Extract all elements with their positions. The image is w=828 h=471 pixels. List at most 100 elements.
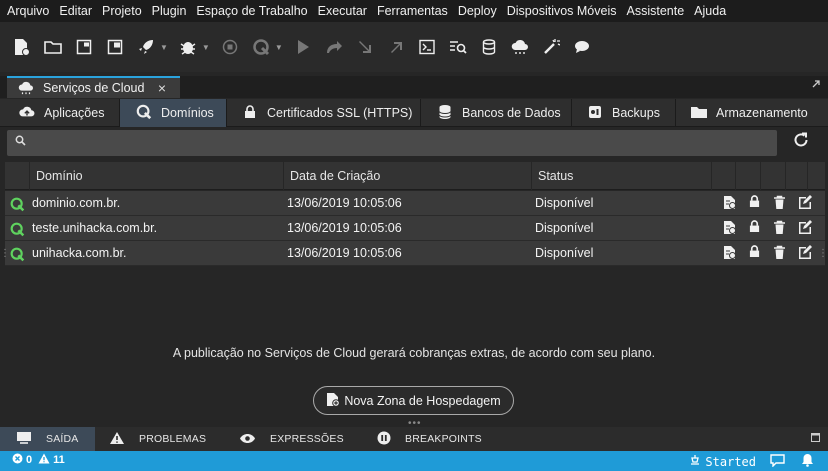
action-column-header: [711, 162, 735, 190]
cell-created: 13/06/2019 10:05:06: [287, 196, 402, 210]
chat-icon[interactable]: [570, 35, 594, 59]
status-bar: 0 11 Started: [0, 451, 828, 471]
rocket-dropdown-chevron-icon[interactable]: ▼: [160, 43, 168, 52]
window-icon[interactable]: [72, 35, 96, 59]
eye-icon: [239, 432, 256, 447]
refresh-button[interactable]: [790, 131, 812, 153]
add-record-icon[interactable]: [717, 195, 742, 213]
table-row[interactable]: dominio.com.br. 13/06/2019 10:05:06 Disp…: [5, 191, 825, 216]
menu-espaco-trabalho[interactable]: Espaço de Trabalho: [191, 4, 312, 18]
tab-saida[interactable]: SAÍDA: [0, 427, 95, 451]
bell-icon[interactable]: [801, 453, 814, 470]
warning-icon[interactable]: [38, 453, 50, 467]
menu-deploy[interactable]: Deploy: [453, 4, 502, 18]
backup-icon: [586, 105, 604, 122]
error-icon[interactable]: [12, 453, 23, 467]
new-file-icon[interactable]: [10, 35, 34, 59]
lock-icon[interactable]: [742, 245, 767, 263]
menu-assistente[interactable]: Assistente: [622, 4, 690, 18]
tab-label: PROBLEMAS: [139, 433, 207, 445]
menu-ferramentas[interactable]: Ferramentas: [372, 4, 453, 18]
table-row[interactable]: teste.unihacka.com.br. 13/06/2019 10:05:…: [5, 216, 825, 241]
search-list-icon[interactable]: [446, 35, 470, 59]
bug-dropdown-chevron-icon[interactable]: ▼: [202, 43, 210, 52]
search-input[interactable]: [7, 130, 777, 156]
add-record-icon[interactable]: [717, 220, 742, 238]
column-header-dominio[interactable]: Domínio: [29, 162, 283, 190]
cell-domain: dominio.com.br.: [32, 196, 121, 210]
tab-label: Aplicações: [44, 106, 105, 120]
column-header-data-criacao[interactable]: Data de Criação: [283, 162, 531, 190]
lock-icon[interactable]: [742, 220, 767, 238]
tab-label: Backups: [612, 106, 660, 120]
warning-count: 11: [53, 454, 65, 466]
tab-label: EXPRESSÕES: [270, 433, 344, 445]
chat-icon[interactable]: [770, 453, 785, 470]
cloud-upload-icon: [18, 105, 36, 122]
search-icon: [15, 135, 26, 149]
new-hosting-zone-button[interactable]: Nova Zona de Hospedagem: [313, 386, 514, 415]
open-folder-icon[interactable]: [41, 35, 65, 59]
menu-executar[interactable]: Executar: [313, 4, 372, 18]
edit-icon[interactable]: [792, 195, 817, 213]
cell-status: Disponível: [535, 246, 594, 260]
step-out-icon[interactable]: [384, 35, 408, 59]
play-icon[interactable]: [291, 35, 315, 59]
bug-icon[interactable]: [176, 35, 200, 59]
menu-projeto[interactable]: Projeto: [97, 4, 147, 18]
tab-certificados-ssl[interactable]: Certificados SSL (HTTPS): [227, 99, 421, 127]
search-row: [0, 128, 828, 160]
step-into-icon[interactable]: [353, 35, 377, 59]
cloud-icon[interactable]: [508, 35, 532, 59]
trash-icon[interactable]: [767, 195, 792, 213]
server-status-icon: [689, 454, 701, 469]
database-icon[interactable]: [477, 35, 501, 59]
menu-editar[interactable]: Editar: [54, 4, 97, 18]
cloud-services-tabs: Aplicações Domínios Certificados SSL (HT…: [0, 99, 828, 127]
server-status[interactable]: Started: [705, 455, 756, 469]
warning-icon: [109, 431, 125, 448]
menu-ajuda[interactable]: Ajuda: [689, 4, 731, 18]
tab-armazenamento[interactable]: Armazenamento: [676, 99, 828, 127]
step-over-icon[interactable]: [322, 35, 346, 59]
action-column-header: [735, 162, 760, 190]
table-row[interactable]: unihacka.com.br. 13/06/2019 10:05:06 Dis…: [5, 241, 825, 266]
lock-icon: [241, 104, 259, 122]
terminal-icon[interactable]: [415, 35, 439, 59]
tab-dominios[interactable]: Domínios: [120, 99, 227, 127]
maximize-panel-icon[interactable]: [812, 80, 820, 88]
edit-icon[interactable]: [792, 245, 817, 263]
menu-bar: Arquivo Editar Projeto Plugin Espaço de …: [0, 0, 828, 22]
cloud-icon: [18, 81, 33, 95]
rocket-icon[interactable]: [134, 35, 158, 59]
tab-label: Serviços de Cloud: [43, 81, 145, 95]
table-header: Domínio Data de Criação Status: [5, 162, 825, 190]
left-resize-handle[interactable]: ⋮: [0, 248, 10, 259]
tab-servicos-de-cloud[interactable]: Serviços de Cloud ×: [7, 76, 180, 98]
tab-backups[interactable]: Backups: [572, 99, 676, 127]
close-icon[interactable]: ×: [158, 80, 166, 96]
menu-plugin[interactable]: Plugin: [147, 4, 192, 18]
domain-status-icon: [10, 247, 25, 262]
tab-expressoes[interactable]: EXPRESSÕES: [225, 427, 363, 451]
magic-wand-icon[interactable]: [539, 35, 563, 59]
tab-problemas[interactable]: PROBLEMAS: [95, 427, 225, 451]
tab-breakpoints[interactable]: BREAKPOINTS: [363, 427, 493, 451]
debug-run-icon[interactable]: [249, 35, 273, 59]
debug-dropdown-chevron-icon[interactable]: ▼: [275, 43, 283, 52]
restore-panel-icon[interactable]: [811, 433, 820, 445]
right-resize-handle[interactable]: ⋮: [818, 248, 828, 259]
trash-icon[interactable]: [767, 245, 792, 263]
menu-dispositivos-moveis[interactable]: Dispositivos Móveis: [502, 4, 622, 18]
stop-icon[interactable]: [218, 35, 242, 59]
tab-aplicacoes[interactable]: Aplicações: [0, 99, 120, 127]
edit-icon[interactable]: [792, 220, 817, 238]
menu-arquivo[interactable]: Arquivo: [2, 4, 54, 18]
lock-icon[interactable]: [742, 195, 767, 213]
add-record-icon[interactable]: [717, 245, 742, 263]
tab-bancos-de-dados[interactable]: Bancos de Dados: [421, 99, 572, 127]
save-icon[interactable]: [103, 35, 127, 59]
refresh-icon: [794, 132, 808, 147]
column-header-status[interactable]: Status: [531, 162, 711, 190]
trash-icon[interactable]: [767, 220, 792, 238]
